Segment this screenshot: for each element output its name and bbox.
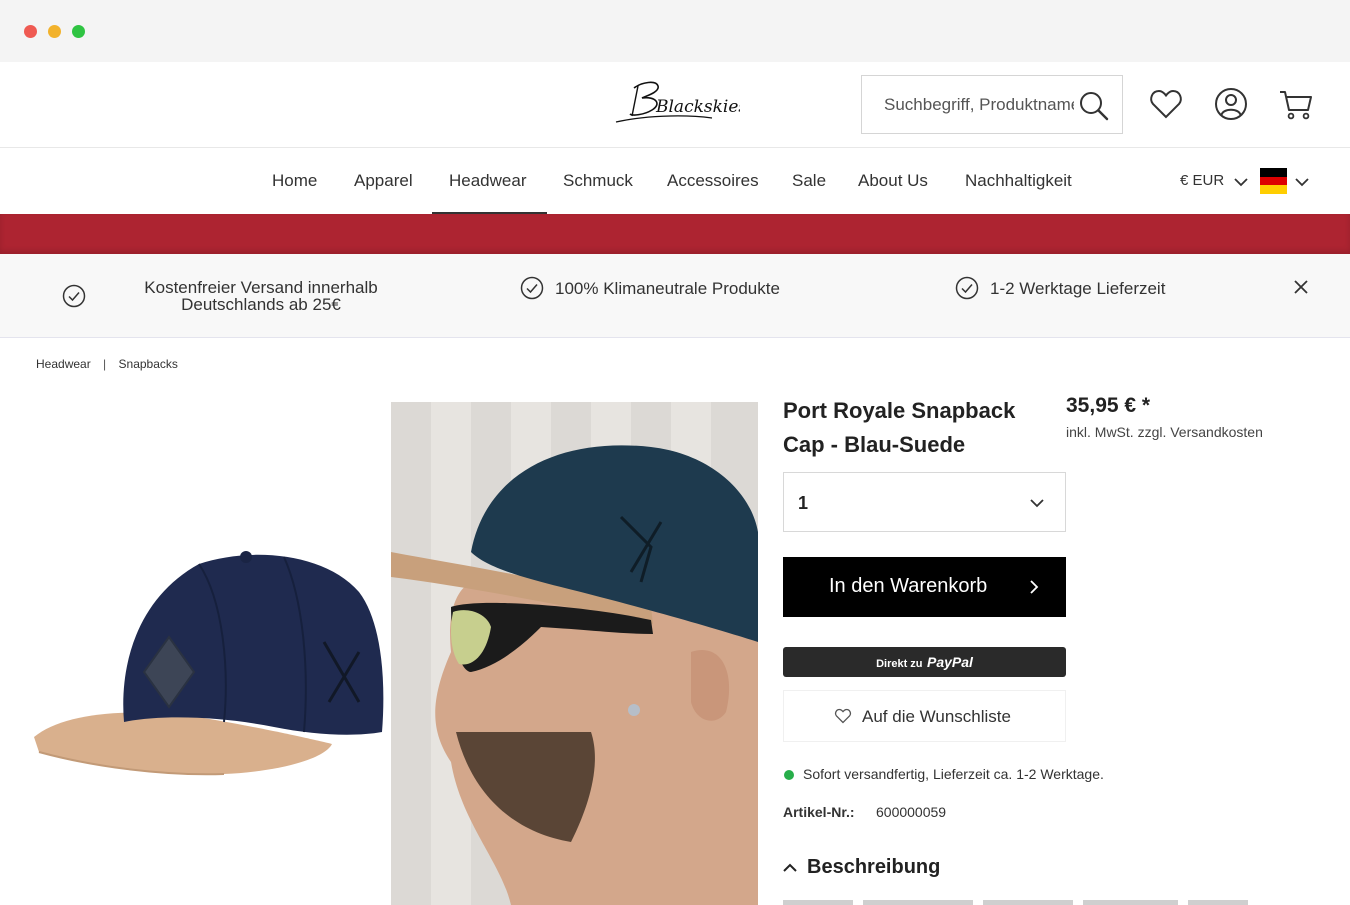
blackskies-logo[interactable]: Blackskies — [612, 74, 740, 132]
promo-banner — [0, 214, 1350, 254]
heart-icon — [834, 708, 852, 724]
nav-item-about-us[interactable]: About Us — [858, 148, 928, 214]
breadcrumb: Headwear | Snapbacks — [36, 357, 178, 371]
breadcrumb-item-snapbacks[interactable]: Snapbacks — [119, 357, 178, 371]
usp-bar: Kostenfreier Versand innerhalb Deutschla… — [0, 254, 1350, 338]
nav-item-headwear[interactable]: Headwear — [432, 148, 547, 214]
product-image-cap[interactable] — [24, 402, 391, 905]
quantity-value: 1 — [798, 493, 809, 513]
chevron-right-icon — [1030, 580, 1039, 594]
check-circle-icon — [520, 276, 544, 300]
add-to-cart-button[interactable]: In den Warenkorb — [783, 557, 1066, 617]
currency-selector[interactable]: € EUR — [1180, 172, 1224, 189]
nav-item-accessoires[interactable]: Accessoires — [667, 148, 759, 214]
description-heading[interactable]: Beschreibung — [807, 856, 940, 879]
svg-text:Blackskies: Blackskies — [655, 97, 740, 117]
main-navigation: Home Apparel Headwear Schmuck Accessoire… — [0, 148, 1350, 214]
close-icon[interactable] — [1292, 278, 1310, 296]
article-number: 600000059 — [876, 804, 947, 820]
wishlist-label: Auf die Wunschliste — [862, 707, 1011, 726]
close-window-dot[interactable] — [24, 25, 37, 38]
breadcrumb-separator: | — [103, 357, 107, 371]
paypal-logo: PayPal — [926, 654, 973, 670]
product-image-model[interactable] — [391, 402, 758, 905]
usp-climate-neutral: 100% Klimaneutrale Produkte — [555, 279, 780, 298]
check-circle-icon — [955, 276, 979, 300]
minimize-window-dot[interactable] — [48, 25, 61, 38]
chevron-down-icon[interactable] — [1233, 174, 1249, 190]
add-to-cart-label: In den Warenkorb — [829, 575, 988, 597]
nav-item-schmuck[interactable]: Schmuck — [563, 148, 633, 214]
cart-icon[interactable] — [1278, 86, 1314, 122]
article-number-label: Artikel-Nr.: — [783, 804, 855, 820]
nav-item-apparel[interactable]: Apparel — [354, 148, 413, 214]
product-title: Port Royale Snapback Cap - Blau-Suede — [783, 398, 1016, 457]
product-price: 35,95 € * — [1066, 394, 1151, 417]
de-flag-icon[interactable] — [1260, 168, 1287, 194]
chevron-down-icon[interactable] — [1294, 174, 1310, 190]
search-box — [861, 75, 1123, 134]
description-text-preview — [783, 900, 1248, 905]
paypal-button[interactable]: Direkt zu PayPal — [783, 647, 1066, 677]
site-header: Blackskies — [0, 62, 1350, 148]
chevron-up-icon[interactable] — [782, 860, 798, 876]
add-to-wishlist-button[interactable]: Auf die Wunschliste — [783, 690, 1066, 742]
usp-delivery-time: 1-2 Werktage Lieferzeit — [990, 279, 1166, 298]
maximize-window-dot[interactable] — [72, 25, 85, 38]
check-circle-icon — [62, 284, 86, 308]
tax-note[interactable]: inkl. MwSt. zzgl. Versandkosten — [1066, 424, 1263, 440]
usp-free-shipping: Kostenfreier Versand innerhalb Deutschla… — [144, 278, 378, 314]
window-chrome — [0, 0, 1350, 62]
paypal-prefix: Direkt zu — [876, 658, 923, 670]
quantity-select[interactable]: 1 — [783, 472, 1066, 532]
heart-icon[interactable] — [1148, 86, 1184, 122]
search-input[interactable] — [884, 93, 1074, 117]
chevron-down-icon — [1030, 499, 1044, 508]
search-icon[interactable] — [1078, 90, 1110, 122]
breadcrumb-item-headwear[interactable]: Headwear — [36, 357, 91, 371]
page: Blackskies Home Apparel Headwear Schmuc — [0, 62, 1350, 905]
nav-item-sale[interactable]: Sale — [792, 148, 826, 214]
nav-item-nachhaltigkeit[interactable]: Nachhaltigkeit — [965, 148, 1072, 214]
account-icon[interactable] — [1213, 86, 1249, 122]
stock-status: Sofort versandfertig, Lieferzeit ca. 1-2… — [803, 766, 1104, 782]
nav-item-home[interactable]: Home — [272, 148, 317, 214]
stock-indicator — [784, 770, 794, 780]
